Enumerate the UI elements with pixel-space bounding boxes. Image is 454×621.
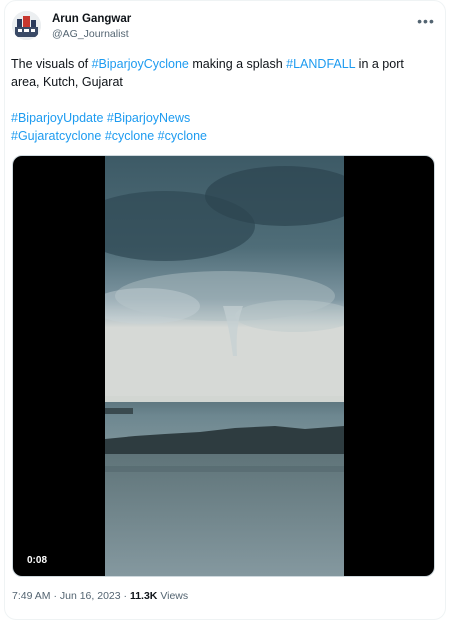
author-handle[interactable]: @AG_Journalist xyxy=(52,27,131,41)
hashtag-link[interactable]: #BiparjoyNews xyxy=(107,111,190,125)
text-part: The visuals of xyxy=(11,57,92,71)
views-count: 11.3K xyxy=(129,590,158,602)
meta-separator: · xyxy=(123,590,128,602)
hashtag-link[interactable]: #Gujaratcyclone xyxy=(11,129,101,143)
tweet-card: Arun Gangwar @AG_Journalist ••• The visu… xyxy=(0,0,454,621)
tweet-time[interactable]: 7:49 AM xyxy=(12,590,51,602)
views-label: Views xyxy=(160,590,189,602)
tweet-line-1: The visuals of #BiparjoyCyclone making a… xyxy=(11,55,431,91)
hashtag-link[interactable]: #BiparjoyCyclone xyxy=(92,57,189,71)
tweet-text: The visuals of #BiparjoyCyclone making a… xyxy=(11,55,431,145)
video-player[interactable]: 0:08 xyxy=(12,155,435,577)
hashtag-link[interactable]: #cyclone xyxy=(158,129,207,143)
tweet-date[interactable]: Jun 16, 2023 xyxy=(60,590,121,602)
tweet-meta: 7:49 AM · Jun 16, 2023 · 11.3K Views xyxy=(12,590,188,602)
text-part: making a splash xyxy=(188,57,287,71)
tweet-header: Arun Gangwar @AG_Journalist ••• xyxy=(11,9,441,45)
avatar[interactable] xyxy=(12,11,41,40)
video-thumbnail xyxy=(105,156,344,576)
more-horizontal-icon[interactable]: ••• xyxy=(415,11,437,31)
author-block: Arun Gangwar @AG_Journalist xyxy=(52,12,131,41)
video-duration: 0:08 xyxy=(27,555,48,566)
hashtag-line-2: #Gujaratcyclone #cyclone #cyclone xyxy=(11,127,431,145)
hashtag-link[interactable]: #LANDFALL xyxy=(286,57,355,71)
author-name[interactable]: Arun Gangwar xyxy=(52,12,131,27)
meta-separator: · xyxy=(53,590,57,602)
hashtag-line-1: #BiparjoyUpdate #BiparjoyNews xyxy=(11,109,431,127)
hashtag-link[interactable]: #cyclone xyxy=(105,129,154,143)
hashtag-link[interactable]: #BiparjoyUpdate xyxy=(11,111,103,125)
